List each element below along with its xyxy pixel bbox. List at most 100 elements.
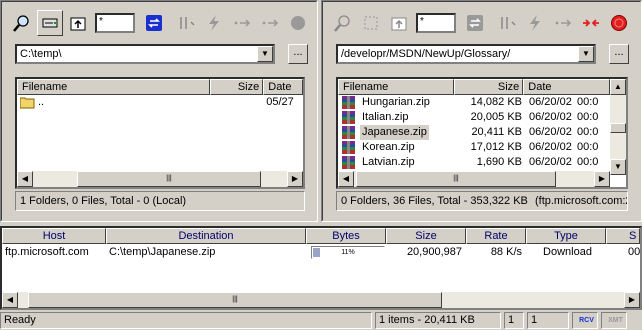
chevron-down-icon[interactable]: ▼ xyxy=(578,46,594,62)
queue-header: Host Destination Bytes Size Rate Type S xyxy=(2,228,640,244)
transmit-indicator: XMT xyxy=(601,312,627,329)
col-host[interactable]: Host xyxy=(2,228,106,244)
status-bar: Ready 1 items - 20,411 KB 1 1 RCV XMT xyxy=(0,312,642,330)
local-up-folder-button[interactable] xyxy=(65,10,91,36)
local-transfer-all-button[interactable] xyxy=(257,10,283,36)
remote-stop-button[interactable] xyxy=(606,10,632,36)
file-date: 06/20/02 xyxy=(529,111,572,123)
local-path-value: C:\temp\ xyxy=(20,48,62,60)
file-name: Japanese.zip xyxy=(360,125,429,140)
queue-destination: C:\temp\Japanese.zip xyxy=(109,246,216,258)
file-date: 06/20/02 xyxy=(529,96,572,108)
remote-drive-button[interactable] xyxy=(358,10,384,36)
file-name: Italian.zip xyxy=(362,111,409,123)
drive-icon xyxy=(364,16,378,30)
progress-label: 11% xyxy=(341,249,355,256)
status-count-2: 1 xyxy=(527,312,569,329)
remote-path-value: /developr/MSDN/NewUp/Glossary/ xyxy=(341,48,511,60)
file-name: Hungarian.zip xyxy=(362,96,430,108)
stop-icon xyxy=(611,15,627,31)
file-date: 06/20/02 xyxy=(529,156,572,168)
local-stop-button[interactable] xyxy=(285,10,311,36)
scroll-left-icon[interactable]: ◀ xyxy=(2,292,18,308)
col-destination[interactable]: Destination xyxy=(106,228,306,244)
chevron-down-icon[interactable]: ▼ xyxy=(257,46,273,62)
local-status: 1 Folders, 0 Files, Total - 0 (Local) xyxy=(15,191,305,211)
scroll-thumb[interactable]: ||| xyxy=(356,171,556,187)
scroll-right-icon[interactable]: ▶ xyxy=(624,292,640,308)
local-sort-button[interactable] xyxy=(173,10,199,36)
remote-vertical-scrollbar[interactable]: ▲ ▼ xyxy=(610,79,626,175)
list-item[interactable]: Korean.zip 17,012 KB 06/20/02 00:0 xyxy=(338,140,626,155)
remote-transfer-button[interactable] xyxy=(550,10,576,36)
remote-disconnect-button[interactable] xyxy=(578,10,604,36)
file-name: Korean.zip xyxy=(362,141,415,153)
local-refresh-button[interactable] xyxy=(141,10,167,36)
stop-icon xyxy=(291,16,305,30)
local-transfer-button[interactable] xyxy=(229,10,255,36)
list-item[interactable]: .. 05/27 xyxy=(17,95,303,110)
scroll-left-icon[interactable]: ◀ xyxy=(338,171,354,187)
local-drive-button[interactable] xyxy=(37,10,63,36)
file-size: 14,082 KB xyxy=(470,96,522,108)
local-mask-input[interactable]: * xyxy=(95,13,135,33)
scroll-thumb[interactable] xyxy=(610,123,626,133)
col-size[interactable]: Size xyxy=(386,228,466,244)
zip-archive-icon xyxy=(342,126,355,139)
refresh-icon xyxy=(467,15,483,31)
remote-mask-input[interactable]: * xyxy=(416,13,456,33)
local-horizontal-scrollbar[interactable]: ◀ ||| ▶ xyxy=(17,171,303,187)
remote-browse-button[interactable]: ... xyxy=(609,44,629,64)
scroll-down-icon[interactable]: ▼ xyxy=(610,159,626,175)
receive-indicator: RCV xyxy=(572,312,598,329)
col-status[interactable]: S xyxy=(606,228,640,244)
zip-archive-icon xyxy=(342,156,355,169)
col-rate[interactable]: Rate xyxy=(466,228,526,244)
drive-icon xyxy=(42,18,58,28)
remote-find-button[interactable] xyxy=(330,10,356,36)
col-size[interactable]: Size xyxy=(454,79,524,95)
queue-row[interactable]: ftp.microsoft.com C:\temp\Japanese.zip 1… xyxy=(2,244,640,261)
col-size[interactable]: Size xyxy=(209,79,264,95)
scroll-left-icon[interactable]: ◀ xyxy=(17,171,33,187)
list-item[interactable]: Japanese.zip 20,411 KB 06/20/02 00:0 xyxy=(338,125,626,140)
scroll-up-icon[interactable]: ▲ xyxy=(610,79,626,95)
list-item[interactable]: Italian.zip 20,005 KB 06/20/02 00:0 xyxy=(338,110,626,125)
col-date[interactable]: Date xyxy=(523,79,611,95)
scroll-right-icon[interactable]: ▶ xyxy=(287,171,303,187)
queue-horizontal-scrollbar[interactable]: ◀ ||| ▶ xyxy=(2,292,640,308)
file-time: 00:0 xyxy=(577,111,599,123)
remote-refresh-button[interactable] xyxy=(462,10,488,36)
local-file-list[interactable]: Filename Size Date .. 05/27 ◀ ||| ▶ xyxy=(15,77,305,189)
queue-size: 20,900,987 xyxy=(406,246,462,258)
scroll-thumb[interactable]: ||| xyxy=(28,292,442,308)
col-bytes[interactable]: Bytes xyxy=(306,228,386,244)
remote-path-combo[interactable]: /developr/MSDN/NewUp/Glossary/ ▼ xyxy=(336,44,596,64)
remote-status: 0 Folders, 36 Files, Total - 353,322 KB … xyxy=(336,191,628,211)
up-folder-icon xyxy=(391,17,407,31)
list-item[interactable]: Hungarian.zip 14,082 KB 06/20/02 00:0 xyxy=(338,95,626,110)
queue-status: 00 xyxy=(628,246,640,258)
zip-archive-icon xyxy=(342,141,355,154)
list-item[interactable]: Latvian.zip 1,690 KB 06/20/02 00:0 xyxy=(338,155,626,170)
col-filename[interactable]: Filename xyxy=(338,79,455,95)
file-size: 20,005 KB xyxy=(470,111,522,123)
remote-file-list[interactable]: Filename Size Date Hungarian.zip 14,082 K… xyxy=(336,77,628,189)
local-browse-button[interactable]: ... xyxy=(288,44,308,64)
remote-sort-button[interactable] xyxy=(494,10,520,36)
up-folder-icon xyxy=(70,17,86,31)
local-execute-button[interactable] xyxy=(201,10,227,36)
scroll-right-icon[interactable]: ▶ xyxy=(594,171,610,187)
transfer-queue[interactable]: Host Destination Bytes Size Rate Type S … xyxy=(0,226,642,310)
col-date[interactable]: Date xyxy=(263,79,303,95)
queue-host: ftp.microsoft.com xyxy=(5,246,89,258)
scroll-thumb[interactable]: ||| xyxy=(77,171,261,187)
col-filename[interactable]: Filename xyxy=(17,79,210,95)
local-find-button[interactable] xyxy=(9,10,35,36)
local-list-header: Filename Size Date xyxy=(17,79,303,95)
remote-up-folder-button[interactable] xyxy=(386,10,412,36)
remote-execute-button[interactable] xyxy=(522,10,548,36)
remote-horizontal-scrollbar[interactable]: ◀ ||| ▶ xyxy=(338,171,610,187)
col-type[interactable]: Type xyxy=(526,228,606,244)
local-path-combo[interactable]: C:\temp\ ▼ xyxy=(15,44,275,64)
